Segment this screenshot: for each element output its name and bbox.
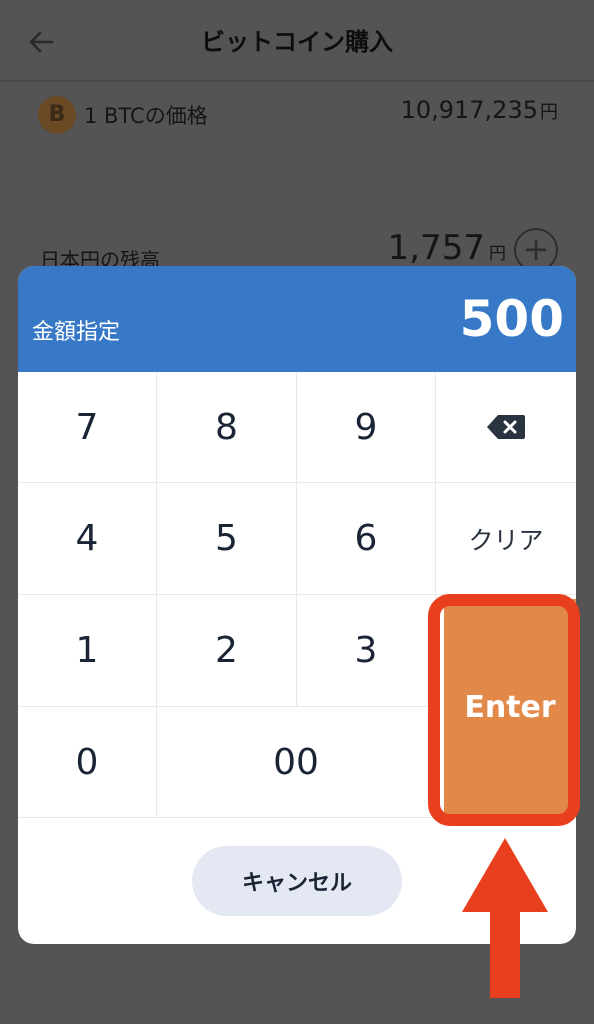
key-9[interactable]: 9 (297, 372, 436, 483)
btc-price-amount: 10,917,235 (400, 96, 538, 124)
key-0[interactable]: 0 (18, 707, 157, 818)
jpy-balance-value: 1,757 円 (388, 228, 506, 268)
jpy-balance-row: 日本円の残高 1,757 円 + (38, 226, 558, 272)
amount-display: 500 (459, 290, 564, 348)
bitcoin-icon: B (38, 96, 76, 134)
btc-price-value: 10,917,235 円 (401, 96, 558, 124)
key-5[interactable]: 5 (157, 483, 297, 595)
backspace-icon (487, 415, 525, 439)
key-7[interactable]: 7 (18, 372, 157, 483)
key-6[interactable]: 6 (297, 483, 436, 595)
keypad-header: 金額指定 500 (18, 266, 576, 372)
jpy-balance-unit: 円 (489, 244, 506, 264)
cancel-button[interactable]: キャンセル (192, 846, 402, 916)
page-title: ビットコイン購入 (201, 28, 393, 56)
key-8[interactable]: 8 (157, 372, 297, 483)
key-2[interactable]: 2 (157, 595, 297, 707)
key-1[interactable]: 1 (18, 595, 157, 707)
btc-price-unit: 円 (540, 102, 558, 123)
btc-price-label: 1 BTCの価格 (84, 104, 208, 128)
jpy-balance-amount: 1,757 (387, 228, 485, 268)
key-4[interactable]: 4 (18, 483, 157, 595)
app-header: ビットコイン購入 (0, 0, 594, 82)
keypad-title: 金額指定 (32, 320, 121, 345)
key-00[interactable]: 00 (157, 707, 436, 818)
enter-highlight-frame (428, 594, 580, 826)
delete-key[interactable] (436, 372, 576, 483)
key-3[interactable]: 3 (297, 595, 436, 707)
clear-key[interactable]: クリア (436, 483, 576, 595)
pointer-arrow-icon (462, 838, 548, 998)
btc-price-row: B 1 BTCの価格 10,917,235 円 (38, 94, 558, 138)
